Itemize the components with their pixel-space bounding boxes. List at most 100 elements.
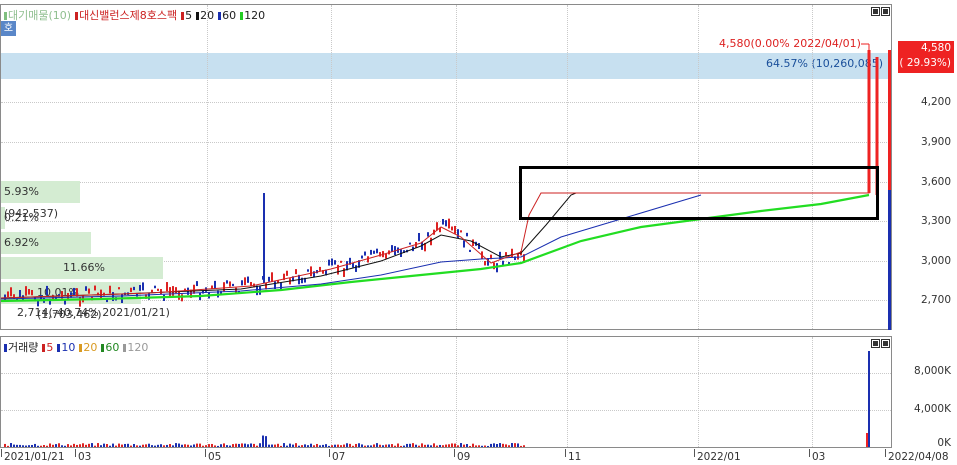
candle: [340, 260, 342, 263]
volume-bar: [379, 444, 381, 447]
volume-bar: [58, 443, 60, 447]
candle: [142, 282, 144, 291]
volume-bar: [76, 444, 78, 447]
candle: [286, 270, 288, 276]
price-chart-panel[interactable]: 64.57% (10,260,085) 5.93% (942,537) 0.21…: [0, 4, 892, 330]
volume-bar: [466, 444, 468, 447]
volume-bar: [358, 443, 360, 447]
candle: [427, 232, 429, 237]
volume-bar: [298, 445, 300, 447]
volume-bar: [445, 444, 447, 447]
volume-bar: [208, 444, 210, 447]
candle: [100, 289, 102, 299]
volume-bar: [163, 445, 165, 447]
volume-bar: [40, 445, 42, 447]
volume-bar: [424, 444, 426, 447]
candle: [139, 285, 141, 291]
candle: [25, 286, 27, 296]
volume-bar: [352, 445, 354, 447]
volume-bar: [388, 444, 390, 447]
volume-bar: [202, 445, 204, 447]
volume-chart-panel[interactable]: 거래량 5 10 20 60 120: [0, 336, 892, 448]
volume-bar: [406, 443, 408, 447]
volume-bar: [79, 444, 81, 447]
volume-bar: [499, 443, 501, 447]
x-axis: 2021/01/21 03 05 07 09 11 2022/01 03 202…: [0, 449, 957, 465]
minimize-icon[interactable]: [871, 7, 880, 16]
volume-bar: [283, 443, 285, 447]
volume-bar: [373, 444, 375, 447]
candle: [85, 286, 87, 291]
volume-bar: [262, 435, 264, 447]
volume-bar: [85, 444, 87, 447]
volume-bar: [73, 443, 75, 447]
volume-bar: [172, 445, 174, 447]
volume-bar: [280, 445, 282, 447]
volume-bar: [25, 445, 27, 447]
candle: [151, 289, 153, 293]
volume-bar: [91, 443, 93, 447]
volume-bar: [94, 445, 96, 447]
volume-bar: [286, 445, 288, 447]
volume-bar: [37, 445, 39, 447]
volume-bar: [103, 443, 105, 447]
min-price-annotation: 2,714(-40.74% 2021/01/21): [17, 306, 170, 319]
candle: [373, 250, 375, 254]
volume-bar: [385, 444, 387, 447]
candle: [451, 226, 453, 231]
minimize-icon[interactable]: [871, 339, 880, 348]
volume-bar: [133, 443, 135, 447]
volume-bar: [337, 444, 339, 447]
volume-bar: [145, 444, 147, 447]
volume-bar: [523, 445, 525, 447]
candle: [328, 259, 330, 266]
volume-bar: [247, 444, 249, 447]
candle: [271, 272, 273, 282]
volume-bar: [127, 443, 129, 447]
volume-bar: [307, 445, 309, 447]
volume-bar: [16, 444, 18, 447]
volume-bar: [439, 444, 441, 447]
volume-bar: [520, 445, 522, 447]
candle: [154, 285, 156, 289]
volume-bar: [433, 443, 435, 447]
candle: [409, 242, 411, 245]
volume-bar: [268, 444, 270, 447]
volume-bar: [481, 445, 483, 447]
volume-bar: [214, 445, 216, 447]
maximize-icon[interactable]: [881, 7, 890, 16]
volume-bar: [106, 444, 108, 447]
volume-bar: [328, 445, 330, 447]
candle: [244, 277, 246, 286]
candle: [319, 266, 321, 271]
legend-item: 20: [79, 341, 97, 354]
volume-bar: [193, 444, 195, 447]
volume-bar: [100, 445, 102, 447]
volume-bar: [514, 443, 516, 447]
volume-bar: [97, 443, 99, 447]
volume-bar: [454, 443, 456, 447]
volume-bar: [343, 444, 345, 447]
x-tick-label: 05: [204, 449, 222, 463]
volume-bar: [160, 444, 162, 447]
volume-bar: [55, 444, 57, 447]
volume-bar: [148, 443, 150, 447]
candle: [295, 269, 297, 275]
volume-bar: [4, 443, 6, 447]
candle: [364, 251, 366, 256]
candle: [463, 240, 465, 248]
maximize-icon[interactable]: [881, 339, 890, 348]
volume-bar: [166, 444, 168, 447]
candle: [367, 256, 369, 263]
candle: [73, 287, 75, 296]
candle: [247, 276, 249, 283]
volume-bar: [475, 445, 477, 447]
volume-bar: [13, 444, 15, 447]
candle: [418, 232, 420, 242]
current-price-tag: 4,580 ( 29.93%): [898, 41, 954, 73]
highlight-box: [519, 166, 879, 220]
candle: [40, 295, 42, 300]
volume-bar: [472, 443, 474, 447]
volume-y-axis: 8,000K 4,000K 0K: [892, 336, 957, 449]
volume-bar: [277, 443, 279, 447]
